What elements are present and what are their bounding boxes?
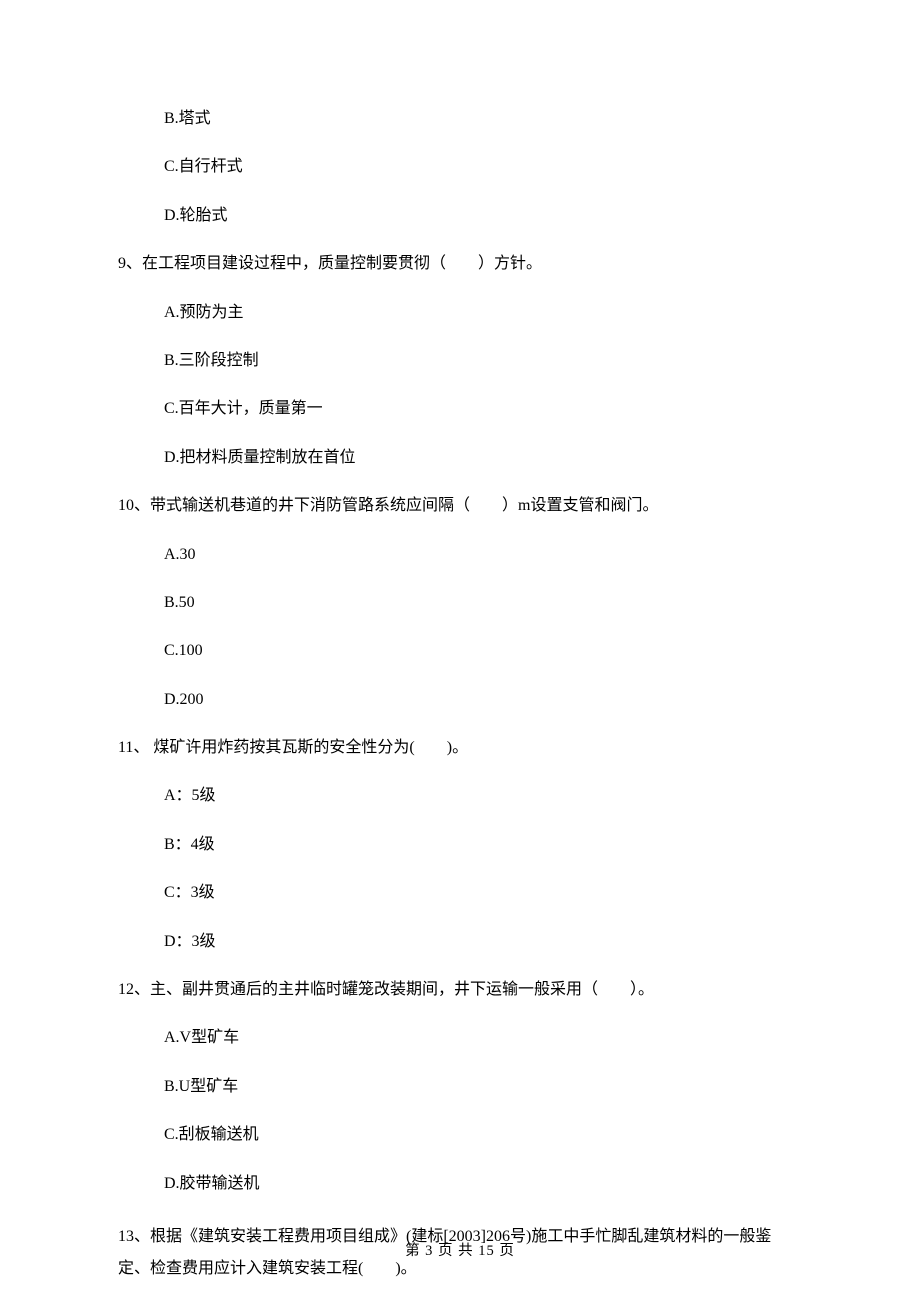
q11-stem: 11、 煤矿许用炸药按其瓦斯的安全性分为( )。 <box>118 737 802 759</box>
q10-option-a: A.30 <box>118 544 802 566</box>
q12-option-b: B.U型矿车 <box>118 1076 802 1098</box>
q8-option-c: C.自行杆式 <box>118 156 802 178</box>
q12-stem: 12、主、副井贯通后的主井临时罐笼改装期间，井下运输一般采用（ ）。 <box>118 979 802 1001</box>
exam-page: B.塔式 C.自行杆式 D.轮胎式 9、在工程项目建设过程中，质量控制要贯彻（ … <box>0 0 920 1302</box>
q12-option-a: A.V型矿车 <box>118 1027 802 1049</box>
q10-option-c: C.100 <box>118 640 802 662</box>
q9-option-a: A.预防为主 <box>118 302 802 324</box>
q11-option-b: B：4级 <box>118 834 802 856</box>
q9-option-b: B.三阶段控制 <box>118 350 802 372</box>
q11-option-d: D：3级 <box>118 931 802 953</box>
q12-option-d: D.胶带输送机 <box>118 1173 802 1195</box>
q9-option-c: C.百年大计，质量第一 <box>118 398 802 420</box>
q11-option-a: A：5级 <box>118 785 802 807</box>
q10-stem: 10、带式输送机巷道的井下消防管路系统应间隔（ ）m设置支管和阀门。 <box>118 495 802 517</box>
page-footer: 第 3 页 共 15 页 <box>0 1239 920 1260</box>
q9-stem: 9、在工程项目建设过程中，质量控制要贯彻（ ）方针。 <box>118 253 802 275</box>
q12-option-c: C.刮板输送机 <box>118 1124 802 1146</box>
q9-option-d: D.把材料质量控制放在首位 <box>118 447 802 469</box>
q11-option-c: C：3级 <box>118 882 802 904</box>
q8-option-b: B.塔式 <box>118 108 802 130</box>
q10-option-d: D.200 <box>118 689 802 711</box>
q8-option-d: D.轮胎式 <box>118 205 802 227</box>
q10-option-b: B.50 <box>118 592 802 614</box>
